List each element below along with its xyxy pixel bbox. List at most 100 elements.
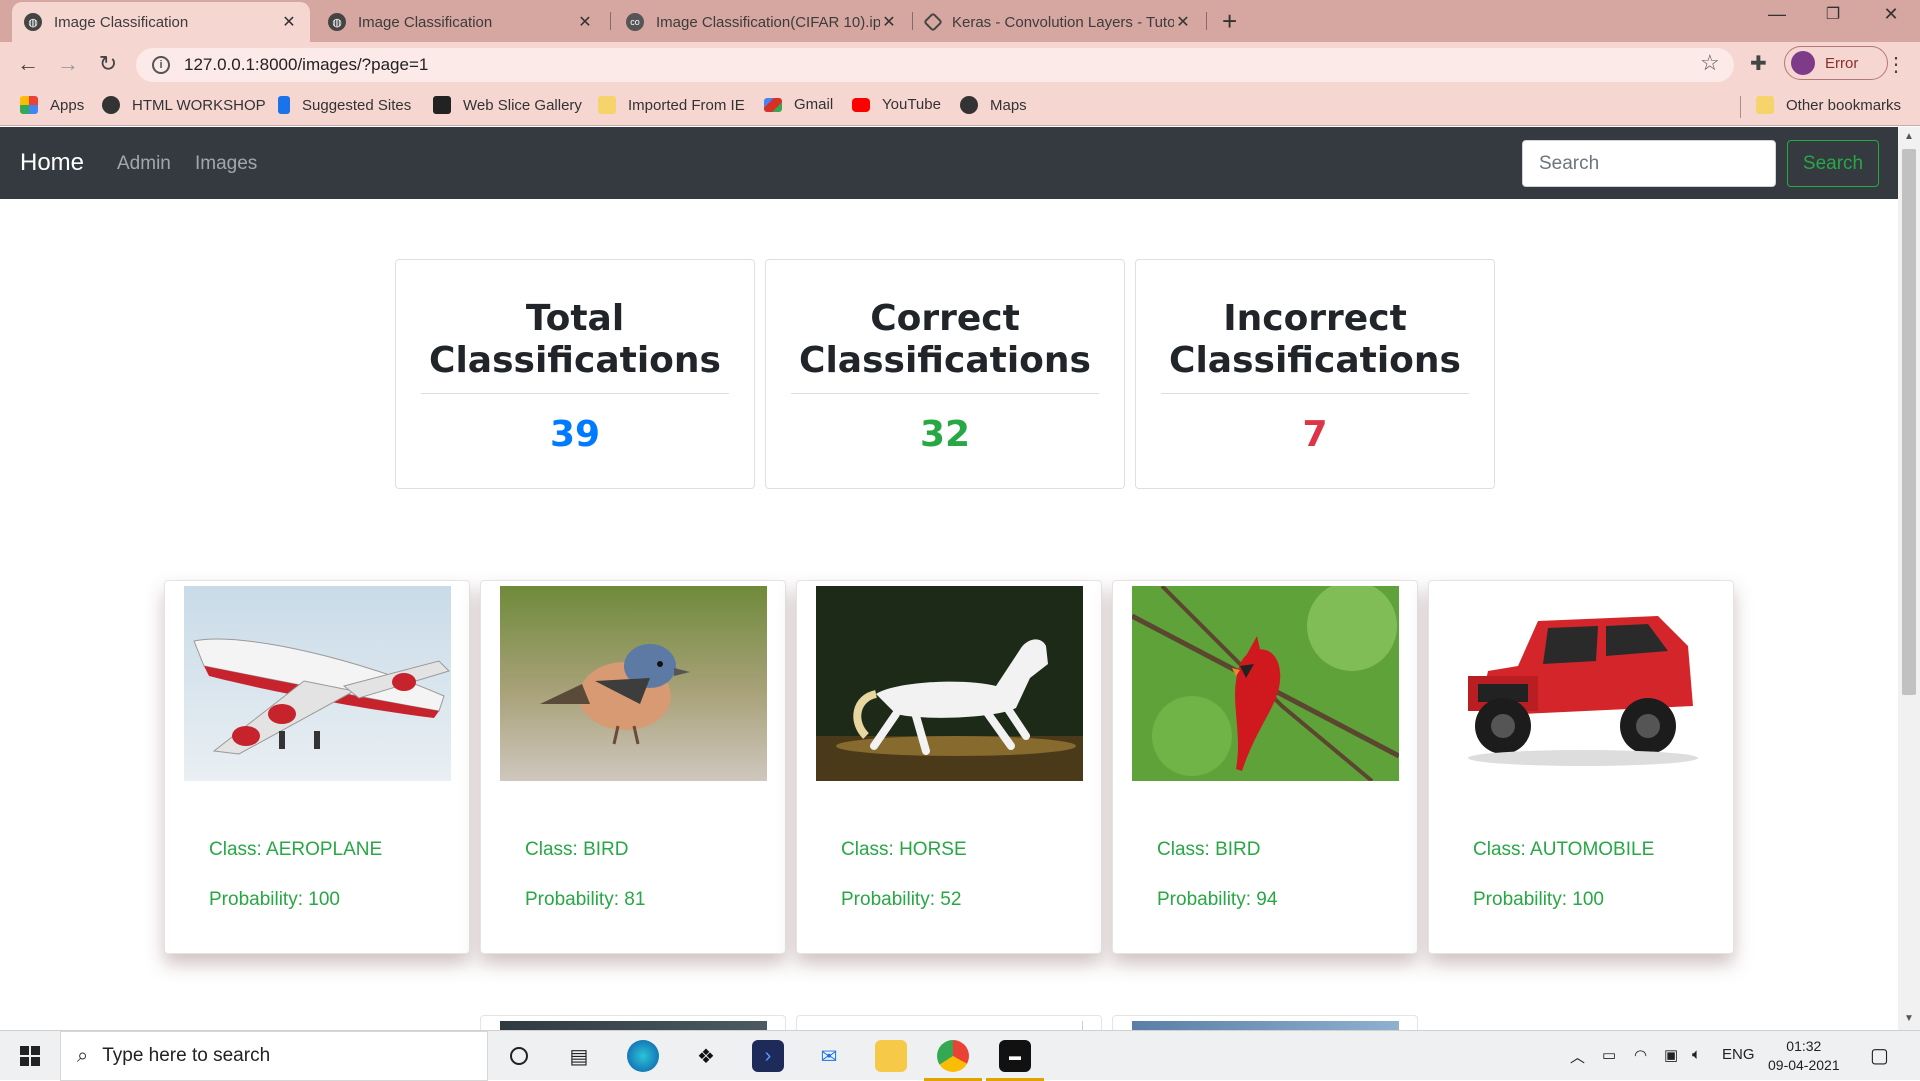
site-navbar: Home Admin Images Search <box>0 127 1898 199</box>
tab-separator <box>912 12 913 30</box>
tray-chevron-up-icon[interactable]: ︿ <box>1570 1046 1585 1067</box>
close-window-icon[interactable]: ✕ <box>1876 4 1906 25</box>
restore-icon[interactable]: ❐ <box>1818 4 1848 24</box>
close-icon[interactable]: ✕ <box>280 12 298 32</box>
visual-studio-icon[interactable]: › <box>752 1040 784 1072</box>
language-indicator[interactable]: ENG <box>1722 1046 1755 1063</box>
terminal-icon[interactable]: ▬ <box>999 1040 1031 1072</box>
browser-tab-1[interactable]: ◍ Image Classification ✕ <box>12 2 310 42</box>
classification-card[interactable]: Class: HORSE Probability: 52 <box>796 580 1102 954</box>
mail-icon[interactable]: ✉ <box>813 1040 845 1072</box>
file-explorer-icon[interactable] <box>875 1040 907 1072</box>
probability-label: Probability: 94 <box>1157 889 1278 910</box>
cardinal-photo <box>1132 586 1399 781</box>
address-bar[interactable]: i 127.0.0.1:8000/images/?page=1 <box>136 48 1734 82</box>
close-icon[interactable]: ✕ <box>1174 12 1192 32</box>
extensions-puzzle-icon[interactable]: ✚ <box>1750 51 1767 76</box>
taskbar-search-box[interactable]: ⌕ Type here to search <box>60 1031 488 1081</box>
stat-title: Incorrect Classifications <box>1161 298 1469 394</box>
folder-icon <box>1756 96 1774 114</box>
youtube-icon <box>852 97 870 112</box>
stat-title: Correct Classifications <box>791 298 1099 394</box>
reload-icon[interactable]: ↻ <box>94 50 122 78</box>
globe-icon: ◍ <box>328 13 346 31</box>
class-label: Class: HORSE <box>841 839 967 860</box>
scroll-down-arrow-icon[interactable]: ▼ <box>1898 1013 1920 1024</box>
class-label: Class: BIRD <box>1157 839 1261 860</box>
search-button[interactable]: Search <box>1787 140 1879 187</box>
card-image <box>816 1021 1083 1030</box>
classification-card[interactable] <box>796 1015 1102 1030</box>
browser-tab-4[interactable]: Keras - Convolution Layers - Tuto ✕ <box>914 2 1204 42</box>
site-info-icon[interactable]: i <box>152 56 170 74</box>
menu-kebab-icon[interactable]: ⋮ <box>1886 52 1906 77</box>
clock-date: 09-04-2021 <box>1768 1057 1840 1073</box>
web-slice-icon <box>433 96 451 114</box>
scroll-up-arrow-icon[interactable]: ▲ <box>1898 131 1920 142</box>
bookmark-html-workshop[interactable]: HTML WORKSHOP <box>102 96 266 114</box>
profile-button[interactable]: Error <box>1784 46 1888 80</box>
classification-card[interactable] <box>480 1015 786 1030</box>
volume-icon[interactable]: 🔈︎ <box>1692 1046 1701 1063</box>
bookmark-maps[interactable]: Maps <box>960 96 1027 114</box>
page-scrollbar[interactable]: ▲ ▼ <box>1898 127 1920 1030</box>
notifications-icon[interactable]: ▢ <box>1870 1043 1889 1068</box>
bookmark-star-icon[interactable]: ☆ <box>1700 50 1720 76</box>
scroll-thumb[interactable] <box>1902 149 1916 695</box>
bookmark-apps[interactable]: Apps <box>20 96 84 114</box>
bookmark-web-slice-gallery[interactable]: Web Slice Gallery <box>433 96 582 114</box>
nav-admin-link[interactable]: Admin <box>117 153 171 175</box>
bookmark-label: Imported From IE <box>628 96 745 114</box>
bookmarks-separator <box>1740 96 1741 118</box>
bookmark-label: Apps <box>50 96 85 114</box>
nav-images-link[interactable]: Images <box>195 153 257 175</box>
chrome-icon[interactable] <box>937 1040 969 1072</box>
close-icon[interactable]: ✕ <box>576 12 594 32</box>
forward-arrow-icon[interactable]: → <box>54 50 82 78</box>
bookmark-label: Maps <box>990 96 1027 114</box>
new-tab-button[interactable]: + <box>1222 6 1237 37</box>
bookmark-gmail[interactable]: Gmail <box>764 96 833 113</box>
task-view-icon[interactable]: ▤ <box>563 1040 595 1072</box>
stat-value: 7 <box>1302 414 1328 455</box>
probability-label: Probability: 81 <box>525 889 646 910</box>
class-label: Class: AEROPLANE <box>209 839 383 860</box>
display-icon[interactable]: ▣ <box>1664 1046 1678 1064</box>
stat-card-incorrect: Incorrect Classifications 7 <box>1135 259 1495 489</box>
globe-icon <box>960 96 978 114</box>
colab-icon: co <box>626 13 644 31</box>
browser-tab-2[interactable]: ◍ Image Classification ✕ <box>316 2 606 42</box>
dropbox-icon[interactable]: ❖ <box>690 1040 722 1072</box>
nav-home-link[interactable]: Home <box>20 149 84 177</box>
tab-title: Image Classification(CIFAR 10).ip <box>656 13 880 31</box>
jeep-photo <box>1448 586 1715 781</box>
classification-card[interactable]: Class: BIRD Probability: 81 <box>480 580 786 954</box>
stat-title: Total Classifications <box>421 298 729 394</box>
minimize-icon[interactable]: — <box>1762 4 1792 25</box>
bookmark-imported-from-ie[interactable]: Imported From IE <box>598 96 745 114</box>
close-icon[interactable]: ✕ <box>880 12 898 32</box>
battery-icon[interactable]: ▭ <box>1602 1046 1616 1064</box>
windows-start-icon[interactable] <box>20 1046 40 1066</box>
back-arrow-icon[interactable]: ← <box>14 50 42 78</box>
search-input[interactable] <box>1522 140 1776 187</box>
cortana-circle-icon[interactable] <box>503 1040 535 1072</box>
edge-icon[interactable] <box>627 1040 659 1072</box>
system-clock[interactable]: 01:32 09-04-2021 <box>1768 1037 1840 1075</box>
bookmark-label: Gmail <box>794 96 834 113</box>
tab-separator <box>1206 12 1207 30</box>
bookmark-label: Other bookmarks <box>1786 96 1902 114</box>
browser-tab-3[interactable]: co Image Classification(CIFAR 10).ip ✕ <box>614 2 910 42</box>
classification-card[interactable]: Class: AUTOMOBILE Probability: 100 <box>1428 580 1734 954</box>
bookmark-other-bookmarks[interactable]: Other bookmarks <box>1756 96 1901 114</box>
bookmark-youtube[interactable]: YouTube <box>852 96 941 113</box>
wifi-icon[interactable]: ◠ <box>1634 1046 1647 1064</box>
stat-value: 39 <box>549 414 601 455</box>
probability-label: Probability: 100 <box>1473 889 1604 910</box>
classification-card[interactable]: Class: AEROPLANE Probability: 100 <box>164 580 470 954</box>
bookmark-suggested-sites[interactable]: Suggested Sites <box>278 96 411 114</box>
card-image <box>500 1021 767 1030</box>
classification-card[interactable]: Class: BIRD Probability: 94 <box>1112 580 1418 954</box>
classification-card[interactable] <box>1112 1015 1418 1030</box>
tutorialspoint-icon <box>923 12 943 32</box>
